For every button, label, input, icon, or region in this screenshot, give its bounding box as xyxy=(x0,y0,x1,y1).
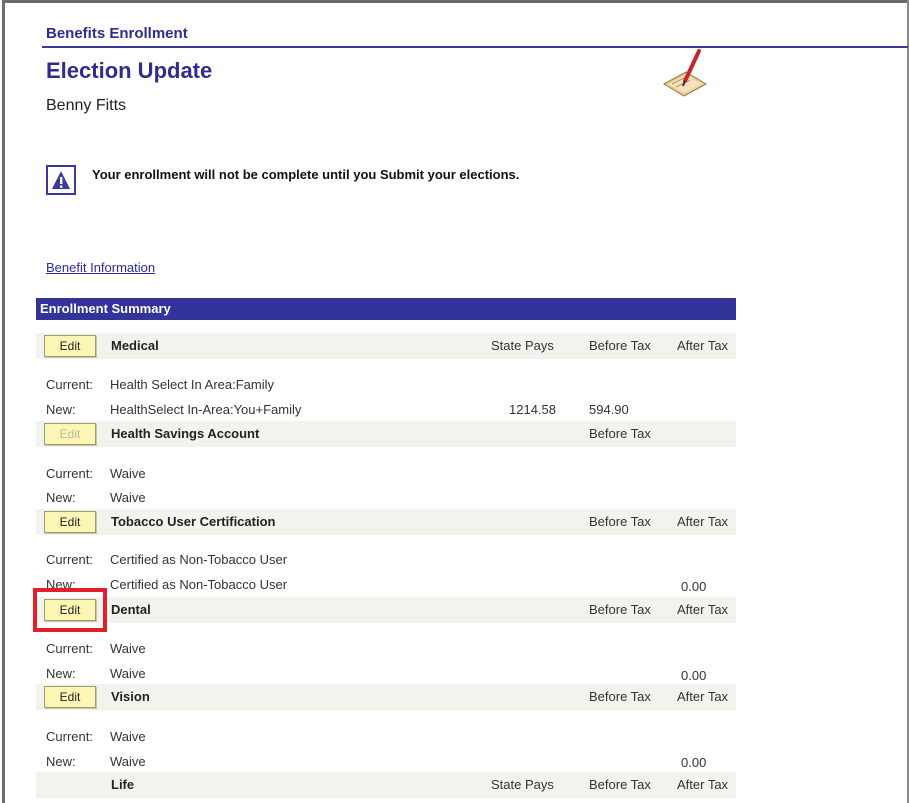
vision-after-tax-value: 0.00 xyxy=(681,755,707,770)
window-frame-top xyxy=(2,0,909,3)
hsa-current-plan: Waive xyxy=(110,466,146,481)
dental-section-header: Edit Dental Before Tax After Tax xyxy=(36,597,736,623)
tobacco-new-plan: Certified as Non-Tobacco User xyxy=(110,577,288,592)
before-tax-header: Before Tax xyxy=(589,777,651,792)
dental-current-plan: Waive xyxy=(110,641,146,656)
vision-new-plan: Waive xyxy=(110,754,146,769)
after-tax-header: After Tax xyxy=(677,689,729,704)
dental-after-tax-value: 0.00 xyxy=(681,668,707,683)
medical-section-header: Edit Medical State Pays Before Tax After… xyxy=(36,333,736,359)
new-label: New: xyxy=(46,490,76,505)
current-label: Current: xyxy=(46,552,93,567)
state-pays-header: State Pays xyxy=(491,777,554,792)
warning-icon xyxy=(46,165,76,195)
vision-current-plan: Waive xyxy=(110,729,146,744)
tobacco-current-plan: Certified as Non-Tobacco User xyxy=(110,552,288,567)
dental-new-plan: Waive xyxy=(110,666,146,681)
medical-title: Medical xyxy=(111,338,159,353)
vision-title: Vision xyxy=(111,689,150,704)
new-label: New: xyxy=(46,402,76,417)
before-tax-header: Before Tax xyxy=(589,602,651,617)
life-section-header: Life State Pays Before Tax After Tax xyxy=(36,772,736,798)
medical-state-pays-value: 1214.58 xyxy=(509,402,556,417)
pen-and-paper-icon xyxy=(662,49,708,97)
current-label: Current: xyxy=(46,729,93,744)
tobacco-title: Tobacco User Certification xyxy=(111,514,276,529)
hsa-title: Health Savings Account xyxy=(111,426,260,441)
medical-before-tax-value: 594.90 xyxy=(589,402,629,417)
new-label: New: xyxy=(46,666,76,681)
enrollment-notice: Your enrollment will not be complete unt… xyxy=(92,167,520,182)
medical-edit-button[interactable]: Edit xyxy=(44,335,96,357)
current-label: Current: xyxy=(46,377,93,392)
vision-edit-button[interactable]: Edit xyxy=(44,686,96,708)
after-tax-header: After Tax xyxy=(677,602,729,617)
current-label: Current: xyxy=(46,641,93,656)
after-tax-header: After Tax xyxy=(677,514,729,529)
breadcrumb: Benefits Enrollment xyxy=(46,25,188,42)
hsa-edit-button[interactable]: Edit xyxy=(44,423,96,445)
vision-section-header: Edit Vision Before Tax After Tax xyxy=(36,684,736,710)
tobacco-section-header: Edit Tobacco User Certification Before T… xyxy=(36,509,736,535)
tobacco-edit-button[interactable]: Edit xyxy=(44,511,96,533)
window-frame-left xyxy=(2,0,5,803)
page-title: Election Update xyxy=(46,58,213,83)
hsa-new-plan: Waive xyxy=(110,490,146,505)
medical-current-plan: Health Select In Area:Family xyxy=(110,377,275,392)
before-tax-header: Before Tax xyxy=(589,338,651,353)
life-title: Life xyxy=(111,777,135,792)
hsa-section-header: Edit Health Savings Account Before Tax xyxy=(36,421,736,447)
dental-edit-highlight xyxy=(33,588,107,632)
breadcrumb-divider xyxy=(42,46,908,48)
current-label: Current: xyxy=(46,466,93,481)
tobacco-after-tax-value: 0.00 xyxy=(681,579,707,594)
state-pays-header: State Pays xyxy=(491,338,554,353)
after-tax-header: After Tax xyxy=(677,338,729,353)
benefit-information-link[interactable]: Benefit Information xyxy=(46,260,155,275)
dental-title: Dental xyxy=(111,602,151,617)
new-label: New: xyxy=(46,754,76,769)
after-tax-header: After Tax xyxy=(677,777,729,792)
employee-name: Benny Fitts xyxy=(46,97,127,114)
before-tax-header: Before Tax xyxy=(589,689,651,704)
before-tax-header: Before Tax xyxy=(589,426,651,441)
enrollment-summary-header: Enrollment Summary xyxy=(36,298,736,320)
medical-new-plan: HealthSelect In-Area:You+Family xyxy=(110,402,302,417)
before-tax-header: Before Tax xyxy=(589,514,651,529)
